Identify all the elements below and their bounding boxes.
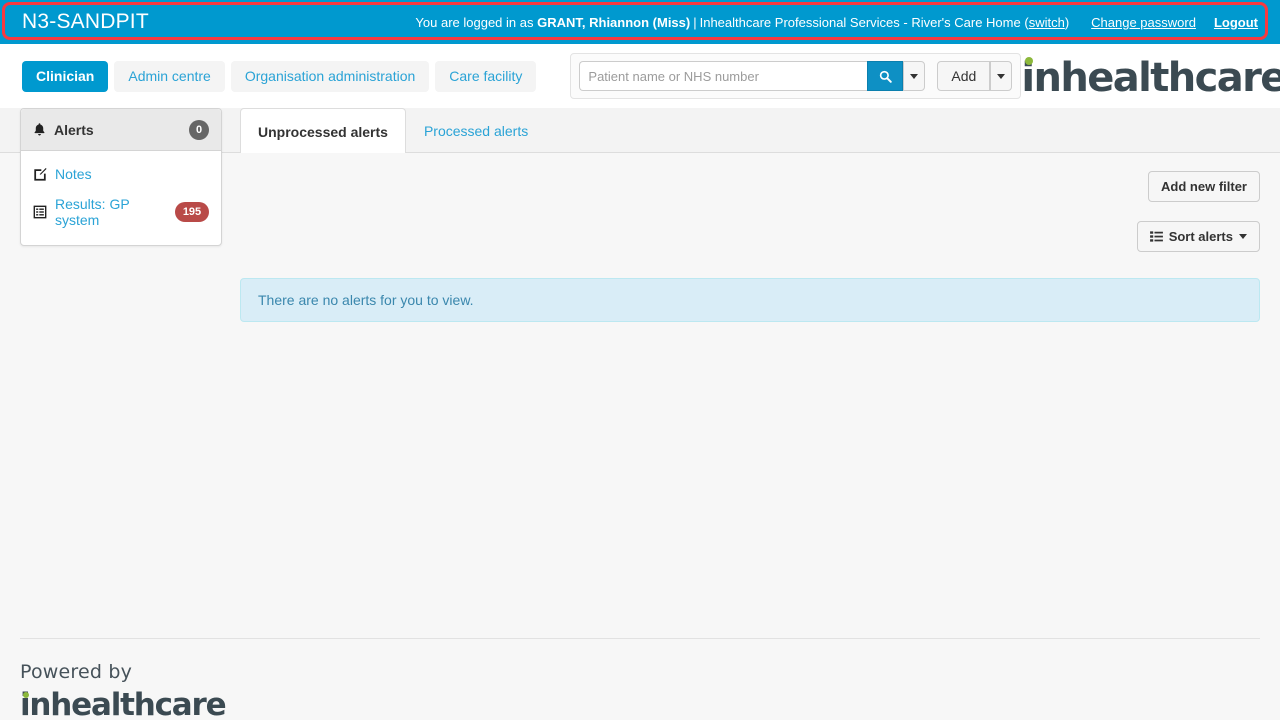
nav-tab-organisation-administration[interactable]: Organisation administration (230, 60, 430, 92)
site-name: N3-SANDPIT (22, 10, 149, 33)
logged-in-user: GRANT, Rhiannon (Miss) (537, 14, 691, 30)
alerts-side-panel: Alerts 0 Notes Results: GP system 195 (20, 108, 222, 246)
nav-tab-care-facility[interactable]: Care facility (435, 60, 537, 92)
main-content: Alerts 0 Notes Results: GP system 195 Ad… (0, 108, 1280, 638)
alerts-item-results-gp-system[interactable]: Results: GP system 195 (21, 189, 221, 235)
add-options-dropdown[interactable] (990, 61, 1013, 91)
page-footer: Powered by inhealthcare © Inhealthcare, … (0, 638, 1280, 720)
alerts-content-column: Add new filter Sort alerts There are no … (240, 153, 1260, 322)
bell-icon (33, 122, 46, 137)
sort-alerts-label: Sort alerts (1168, 229, 1233, 244)
switch-organisation-link[interactable]: switch (1029, 15, 1065, 30)
no-alerts-message: There are no alerts for you to view. (240, 278, 1260, 322)
alerts-panel-title: Alerts (54, 121, 94, 138)
caret-down-icon (997, 73, 1006, 79)
caret-down-icon (910, 73, 919, 79)
alerts-item-count-badge: 195 (175, 202, 209, 222)
alerts-panel-header: Alerts 0 (21, 109, 221, 151)
top-bar: N3-SANDPIT You are logged in as GRANT, R… (0, 0, 1280, 44)
search-options-dropdown[interactable] (903, 61, 926, 91)
brand-logo: inhealthcare (1021, 54, 1280, 98)
sort-alerts-button[interactable]: Sort alerts (1136, 221, 1260, 252)
sort-button-row: Sort alerts (240, 202, 1260, 252)
organisation-name: Inhealthcare Professional Services - Riv… (699, 14, 1021, 30)
tab-processed-alerts[interactable]: Processed alerts (406, 108, 546, 153)
primary-nav-row: Clinician Admin centre Organisation admi… (0, 44, 1280, 108)
switch-close-paren: ) (1064, 14, 1070, 30)
search-icon (879, 70, 892, 83)
add-group: Add (937, 61, 1013, 91)
nav-tab-clinician[interactable]: Clinician (22, 60, 109, 92)
change-password-link[interactable]: Change password (1091, 15, 1196, 30)
alerts-item-label: Results: GP system (55, 196, 130, 228)
nav-tab-admin-centre[interactable]: Admin centre (114, 60, 225, 92)
add-button[interactable]: Add (937, 61, 991, 91)
powered-by-label: Powered by (20, 661, 133, 683)
logout-link[interactable]: Logout (1214, 15, 1258, 30)
session-separator: | (693, 14, 697, 30)
brand-dot-icon (23, 692, 29, 698)
alerts-count-badge: 0 (189, 119, 209, 140)
session-info: You are logged in as GRANT, Rhiannon (Mi… (415, 15, 1258, 30)
list-icon (1149, 231, 1163, 242)
edit-note-icon (33, 167, 47, 181)
patient-search-area: Add (570, 53, 1022, 99)
alerts-tabs: Unprocessed alerts Processed alerts (240, 108, 546, 154)
list-results-icon (33, 205, 47, 219)
tab-unprocessed-alerts[interactable]: Unprocessed alerts (240, 108, 406, 154)
search-input[interactable] (579, 61, 868, 91)
patient-search-group (579, 61, 926, 91)
primary-nav-tabs: Clinician Admin centre Organisation admi… (22, 60, 537, 92)
footer-brand-wordmark: inhealthcare (20, 687, 227, 720)
footer-brand-logo: inhealthcare (20, 690, 1260, 720)
logged-in-label: You are logged in as (415, 14, 534, 30)
brand-wordmark: inhealthcare (1021, 55, 1280, 101)
search-button[interactable] (867, 61, 904, 91)
alerts-item-label: Notes (55, 166, 92, 182)
alerts-item-notes[interactable]: Notes (21, 159, 221, 189)
caret-down-icon (1239, 234, 1247, 239)
add-new-filter-button[interactable]: Add new filter (1148, 171, 1260, 202)
alerts-panel-list: Notes Results: GP system 195 (21, 151, 221, 245)
filter-button-row: Add new filter (240, 153, 1260, 202)
